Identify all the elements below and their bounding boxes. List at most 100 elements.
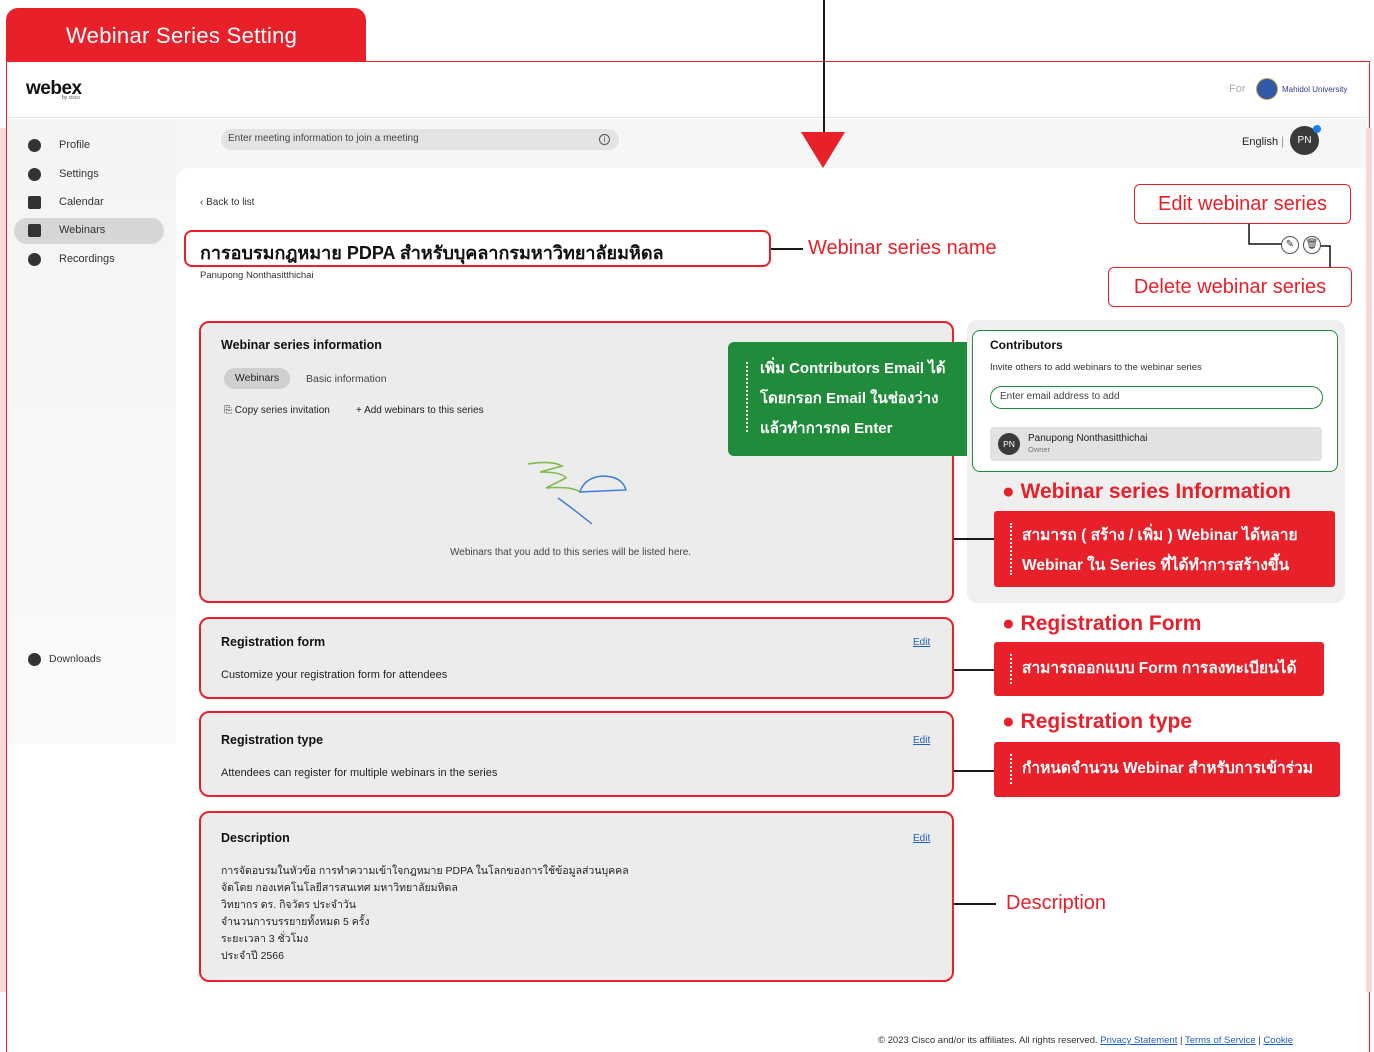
description-line: จำนวนการบรรยายทั้งหมด 5 ครั้ง [221,916,370,928]
series-setting-tab-label: Webinar Series Setting [66,23,298,48]
delete-annotation: Delete webinar series [1108,267,1352,307]
info-heading-text: Webinar series Information [1020,480,1291,503]
separator: | [1281,134,1285,148]
profile-icon [28,139,41,152]
sidebar-item-label: Recordings [59,253,115,265]
add-label: Add webinars to this series [364,405,484,416]
info-icon[interactable]: i [599,134,610,145]
sidebar-item-label: Settings [59,168,99,180]
callout-line: โดยกรอก Email ในช่องว่าง [760,390,939,407]
status-dot [1313,125,1321,133]
regform-heading-text: Registration Form [1020,612,1202,635]
sidebar-item-settings[interactable]: Settings [14,162,164,188]
annotation-line [954,903,996,905]
sidebar: Profile Settings Calendar Webinars Recor… [8,119,176,744]
callout-line: เพิ่ม Contributors Email ได้ [760,360,946,377]
sidebar-item-recordings[interactable]: Recordings [14,247,164,273]
registration-type-title: Registration type [221,733,324,747]
description-line: จัดโดย กองเทคโนโลยีสารสนเทศ มหาวิทยาลัยม… [221,882,458,894]
sidebar-item-label: Calendar [59,196,104,208]
info-annotation-heading: ● Webinar series Information [1002,480,1291,504]
bullet-icon: ● [1002,480,1021,503]
registration-type-card [199,711,954,797]
tab-webinars[interactable]: Webinars [224,368,290,389]
arrow-down-icon [801,132,845,168]
description-title: Description [221,831,290,845]
copy-invitation-button[interactable]: ⎘ Copy series invitation [224,405,330,416]
description-body: การจัดอบรมในหัวข้อ การทำความเข้าใจกฎหมาย… [221,863,629,965]
footer: © 2023 Cisco and/or its affiliates. All … [878,1035,1293,1046]
callout-dots [746,362,748,432]
for-label: For [1229,83,1246,95]
back-label: Back to list [206,197,255,208]
contributors-subtitle: Invite others to add webinars to the web… [990,362,1202,373]
add-webinars-button[interactable]: + Add webinars to this series [356,405,484,416]
note-line: Webinar ใน Series ที่ได้ทำการสร้างขึ้น [1022,557,1290,574]
bullet-icon: ● [1002,612,1021,635]
regform-annotation-note: สามารถออกแบบ Form การลงทะเบียนได้ [994,642,1324,696]
note-line: สามารถออกแบบ Form การลงทะเบียนได้ [1022,660,1297,677]
webinar-icon [28,224,41,237]
registration-form-edit-link[interactable]: Edit [913,637,930,648]
copy-icon: ⎘ [224,405,235,416]
description-line: ประจำปี 2566 [221,950,284,962]
email-field[interactable]: Enter email address to add [990,386,1323,409]
calendar-icon [28,196,41,209]
description-line: การจัดอบรมในหัวข้อ การทำความเข้าใจกฎหมาย… [221,865,629,877]
regform-annotation-heading: ● Registration Form [1002,612,1201,636]
info-annotation-note: สามารถ ( สร้าง / เพิ่ม ) Webinar ได้หลาย… [994,511,1335,587]
registration-form-card [199,617,954,699]
regtype-heading-text: Registration type [1020,710,1193,733]
sidebar-item-downloads[interactable]: Downloads [28,653,101,665]
annotation-line [954,538,994,540]
sidebar-item-calendar[interactable]: Calendar [14,190,164,216]
note-line: สามารถ ( สร้าง / เพิ่ม ) Webinar ได้หลาย [1022,527,1298,544]
avatar: PN [998,433,1020,455]
empty-state-illustration [527,461,627,525]
note-dots [1010,654,1012,684]
description-edit-link[interactable]: Edit [913,833,930,844]
page-title: การอบรมกฎหมาย PDPA สำหรับบุคลากรมหาวิทยา… [200,243,664,263]
copyright: © 2023 Cisco and/or its affiliates. All … [878,1035,1098,1046]
registration-type-edit-link[interactable]: Edit [913,735,930,746]
registration-form-title: Registration form [221,635,326,649]
university-seal-icon [1256,78,1278,100]
edit-pencil-icon[interactable]: ✎ [1281,236,1299,254]
regtype-annotation-note: กำหนดจำนวน Webinar สำหรับการเข้าร่วม [994,742,1340,797]
copy-label: Copy series invitation [234,405,330,416]
edit-annotation: Edit webinar series [1134,184,1351,224]
note-line: กำหนดจำนวน Webinar สำหรับการเข้าร่วม [1022,760,1313,777]
join-meeting-search[interactable]: Enter meeting information to join a meet… [221,129,619,150]
annotation-line [954,669,994,671]
language-selector[interactable]: English [1242,136,1278,148]
sidebar-item-webinars[interactable]: Webinars [14,218,164,244]
member-name: Panupong Nonthasitthichai [1028,433,1148,444]
webex-logo-sub: by cisco [62,95,81,101]
recording-icon [28,253,41,266]
contributors-title: Contributors [990,338,1063,352]
privacy-link[interactable]: Privacy Statement [1100,1035,1177,1046]
registration-type-text: Attendees can register for multiple webi… [221,767,498,779]
callout-line: แล้วทำการกด Enter [760,420,893,437]
sidebar-item-label: Profile [59,139,91,151]
note-dots [1010,754,1012,784]
description-line: วิทยากร ดร. กิจวัตร ประจำวัน [221,899,356,911]
member-role: Owner [1028,445,1051,454]
tab-basic-information[interactable]: Basic information [306,373,387,385]
description-line: ระยะเวลา 3 ชั่วโมง [221,933,309,945]
series-name-annotation: Webinar series name [808,237,997,259]
back-to-list-link[interactable]: ‹ Back to list [200,197,254,208]
bullet-icon: ● [1002,710,1021,733]
delete-trash-icon[interactable]: 🗑 [1303,236,1321,254]
sidebar-item-profile[interactable]: Profile [14,133,164,159]
series-setting-tab: Webinar Series Setting [6,8,366,62]
terms-link[interactable]: Terms of Service [1185,1035,1256,1046]
regtype-annotation-heading: ● Registration type [1002,710,1192,734]
annotation-line [771,248,803,250]
cookie-link[interactable]: Cookie [1263,1035,1293,1046]
registration-form-text: Customize your registration form for att… [221,669,448,681]
series-owner: Panupong Nonthasitthichai [200,270,314,281]
series-info-title: Webinar series information [221,338,382,352]
org-name: Mahidol University [1282,85,1348,94]
annotation-arrow-line [823,0,825,136]
